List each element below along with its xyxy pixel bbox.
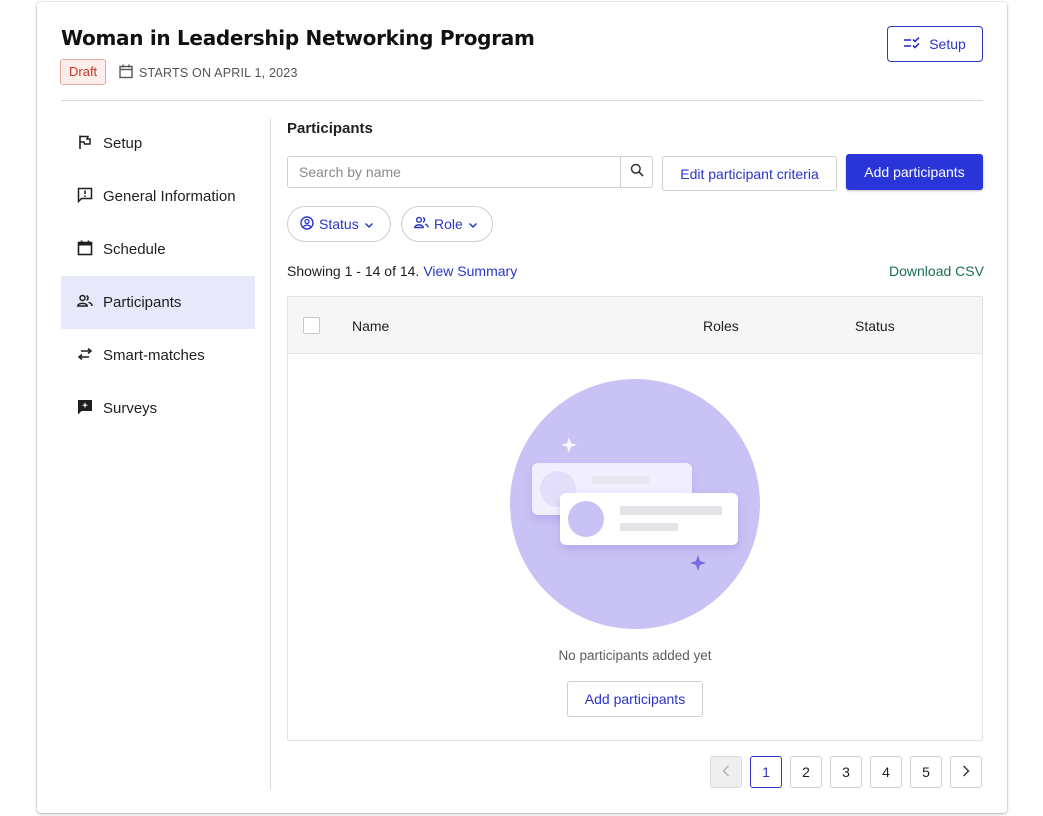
add-participants-button[interactable]: Add participants: [846, 154, 983, 190]
sidebar-item-setup[interactable]: Setup: [61, 117, 255, 170]
empty-state-message: No participants added yet: [558, 648, 712, 663]
column-header-roles: Roles: [703, 318, 739, 334]
select-all-checkbox[interactable]: [303, 317, 320, 334]
info-chat-icon: [77, 187, 93, 207]
search-input[interactable]: [288, 157, 620, 187]
calendar-icon: [119, 64, 133, 82]
chevron-down-icon: [468, 216, 478, 232]
page-button-3[interactable]: 3: [830, 756, 862, 788]
sidebar-item-label: Participants: [103, 294, 182, 311]
sidebar-item-label: General Information: [103, 188, 236, 205]
sidebar-divider: [270, 119, 271, 789]
section-title: Participants: [287, 120, 373, 137]
sidebar-item-label: Surveys: [103, 400, 158, 417]
empty-state-illustration: [510, 379, 760, 629]
results-summary: Showing 1 - 14 of 14. View Summary: [287, 263, 517, 279]
sidebar-item-label: Schedule: [103, 241, 166, 258]
status-badge: Draft: [60, 59, 107, 85]
showing-text: Showing 1 - 14 of 14.: [287, 263, 420, 279]
role-filter-label: Role: [434, 216, 463, 232]
calendar-icon: [77, 240, 93, 260]
feedback-icon: [77, 399, 93, 419]
page-title: Woman in Leadership Networking Program: [61, 26, 535, 50]
start-date-text: STARTS ON APRIL 1, 2023: [139, 66, 298, 80]
search-box: [287, 156, 653, 188]
flag-icon: [77, 134, 93, 154]
start-date: STARTS ON APRIL 1, 2023: [119, 64, 298, 82]
checklist-icon: [904, 36, 921, 52]
setup-button[interactable]: Setup: [887, 26, 983, 62]
edit-criteria-button[interactable]: Edit participant criteria: [662, 156, 837, 191]
people-icon: [77, 293, 93, 313]
view-summary-link[interactable]: View Summary: [423, 263, 517, 279]
status-filter[interactable]: Status: [287, 206, 391, 242]
swap-arrows-icon: [77, 346, 93, 366]
sidebar-item-label: Setup: [103, 135, 143, 152]
page-button-2[interactable]: 2: [790, 756, 822, 788]
status-filter-label: Status: [319, 216, 359, 232]
header-divider: [61, 100, 983, 101]
column-header-name: Name: [352, 318, 390, 334]
sidebar-item-smart-matches[interactable]: Smart-matches: [61, 329, 255, 382]
empty-state-add-participants-button[interactable]: Add participants: [567, 681, 703, 717]
search-icon: [630, 163, 644, 182]
sidebar-item-surveys[interactable]: Surveys: [61, 382, 255, 435]
people-icon: [414, 216, 429, 232]
user-circle-icon: [300, 215, 314, 233]
download-csv-link[interactable]: Download CSV: [889, 263, 984, 279]
program-card: Woman in Leadership Networking Program D…: [37, 2, 1007, 813]
page-button-4[interactable]: 4: [870, 756, 902, 788]
sidebar-item-participants[interactable]: Participants: [61, 276, 255, 329]
chevron-down-icon: [364, 216, 374, 232]
role-filter[interactable]: Role: [401, 206, 493, 242]
table-header: Name Roles Status: [288, 297, 982, 354]
next-page-button[interactable]: [950, 756, 982, 788]
page-button-5[interactable]: 5: [910, 756, 942, 788]
pagination: 1 2 3 4 5: [710, 756, 982, 788]
column-header-status: Status: [855, 318, 895, 334]
page-button-1[interactable]: 1: [750, 756, 782, 788]
setup-button-label: Setup: [929, 36, 966, 52]
sidebar-item-general-information[interactable]: General Information: [61, 170, 255, 223]
sidebar-item-schedule[interactable]: Schedule: [61, 223, 255, 276]
participants-table: Name Roles Status No participants added …: [287, 296, 983, 741]
sidebar-nav: Setup General Information Schedule Parti…: [61, 117, 255, 435]
chevron-left-icon: [722, 764, 730, 780]
chevron-right-icon: [962, 764, 970, 780]
prev-page-button[interactable]: [710, 756, 742, 788]
search-button[interactable]: [620, 157, 652, 187]
sidebar-item-label: Smart-matches: [103, 347, 205, 364]
